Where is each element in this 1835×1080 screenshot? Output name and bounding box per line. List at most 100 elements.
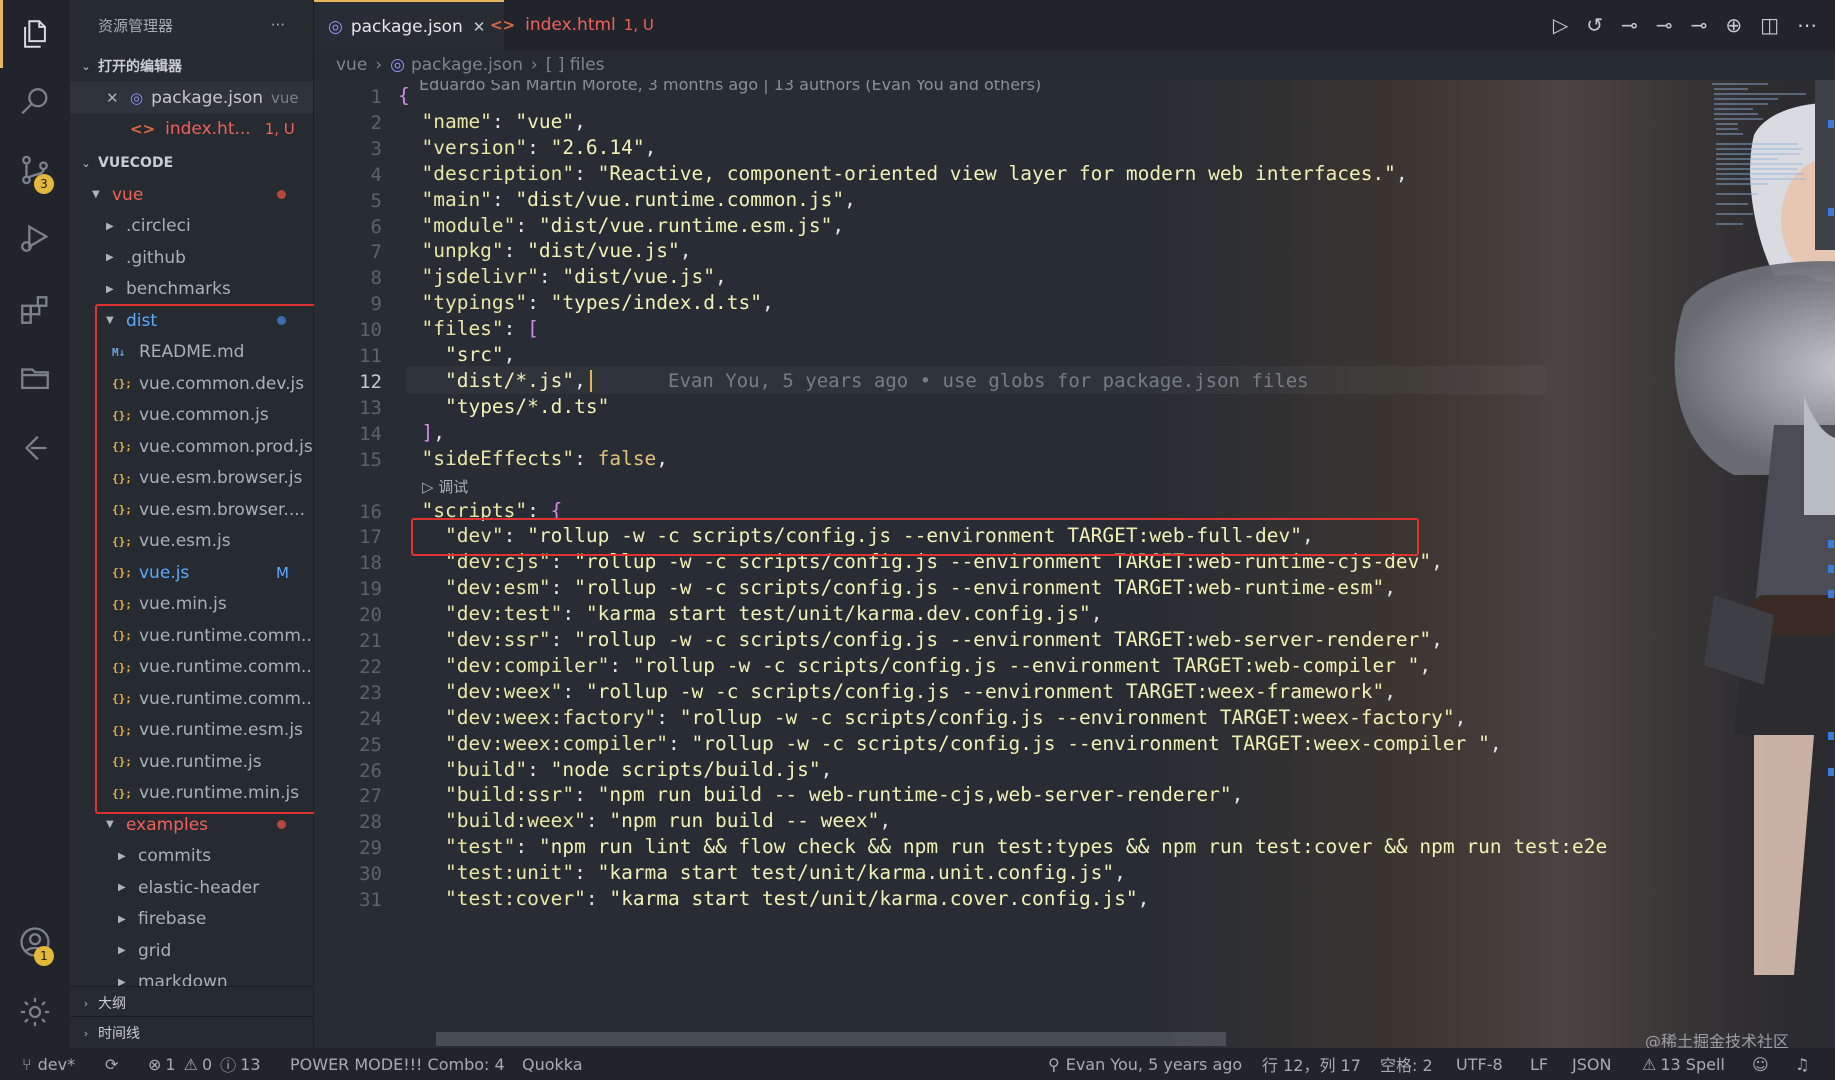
folder-icon[interactable]: [15, 358, 55, 398]
git-commit-icon[interactable]: ⊸: [1621, 13, 1638, 37]
file-blame-header[interactable]: Eduardo San Martin Morote, 3 months ago …: [419, 80, 1041, 94]
line-number: 4: [370, 163, 382, 186]
git-compare-icon[interactable]: ⊕: [1725, 13, 1742, 37]
code-line[interactable]: "dev:test": "karma start test/unit/karma…: [398, 602, 1102, 625]
code-line[interactable]: "description": "Reactive, component-orie…: [398, 162, 1407, 185]
notifications-bell-icon[interactable]: ♫: [1795, 1048, 1809, 1080]
scrollbar-marker: [1828, 590, 1834, 598]
explorer-icon[interactable]: [15, 14, 55, 54]
folder-name: commits: [138, 846, 212, 867]
example-folder-item[interactable]: ▶ commits: [70, 841, 313, 873]
settings-gear-icon[interactable]: [15, 992, 55, 1032]
close-editor-button[interactable]: ✕: [106, 89, 124, 107]
problems-item[interactable]: ⊗ 1 ⚠ 0 ⓘ 13: [148, 1048, 261, 1080]
run-debug-icon[interactable]: [15, 218, 55, 258]
sync-icon[interactable]: ⟳: [105, 1048, 118, 1080]
folder-closed-icon: ▶: [118, 882, 126, 894]
code-line[interactable]: "build:weex": "npm run build -- weex",: [398, 809, 891, 832]
example-folder-item[interactable]: ▶ elastic-header: [70, 872, 313, 904]
breadcrumb-file[interactable]: package.json: [411, 55, 523, 75]
power-mode-item[interactable]: POWER MODE!!! Combo: 4: [290, 1048, 505, 1080]
code-line[interactable]: {: [398, 84, 410, 107]
code-line[interactable]: "dev:compiler": "rollup -w -c scripts/co…: [398, 654, 1431, 677]
info-icon: ⓘ: [220, 1056, 237, 1075]
status-bar: ⑂ dev* ⟳ ⊗ 1 ⚠ 0 ⓘ 13 POWER MODE!!! Combo: 4…: [0, 1048, 1835, 1080]
eol-item[interactable]: LF: [1530, 1048, 1548, 1080]
code-line[interactable]: "build": "node scripts/build.js",: [398, 758, 832, 781]
line-number: 15: [359, 448, 382, 471]
debug-codelens[interactable]: ▷ 调试: [422, 476, 468, 497]
breadcrumb-node[interactable]: [ ] files: [546, 55, 605, 75]
code-line[interactable]: "dev:ssr": "rollup -w -c scripts/config.…: [398, 628, 1443, 651]
folder-benchmarks[interactable]: ▶ benchmarks: [70, 274, 313, 306]
code-line[interactable]: "dev:weex:compiler": "rollup -w -c scrip…: [398, 732, 1502, 755]
chevron-right-icon: ›: [83, 996, 89, 1010]
history-icon[interactable]: ↺: [1586, 13, 1603, 37]
remote-explorer-icon[interactable]: [15, 428, 55, 468]
outline-header[interactable]: › 大纲: [70, 986, 313, 1019]
scrollbar-marker: [1828, 565, 1834, 573]
code-line[interactable]: "main": "dist/vue.runtime.common.js",: [398, 188, 855, 211]
more-icon[interactable]: ⋯: [1797, 13, 1817, 37]
line-number: 10: [359, 319, 382, 342]
run-icon[interactable]: ▷: [1553, 13, 1568, 37]
code-line[interactable]: "files": [: [398, 317, 538, 340]
next-change-icon[interactable]: ⊸: [1691, 13, 1708, 37]
code-line[interactable]: "jsdelivr": "dist/vue.js",: [398, 265, 726, 288]
code-line[interactable]: "dev:weex:factory": "rollup -w -c script…: [398, 706, 1466, 729]
tab-index-html[interactable]: <> index.html 1, U: [476, 0, 689, 50]
branch-item[interactable]: ⑂ dev*: [22, 1048, 75, 1080]
quokka-item[interactable]: Quokka: [522, 1048, 583, 1080]
open-editors-header[interactable]: ⌄ 打开的编辑器: [70, 50, 313, 82]
json-file-icon: ◎: [390, 55, 405, 75]
activity-bar: 3 1: [0, 0, 70, 1048]
chevron-down-icon: ⌄: [81, 59, 91, 73]
code-line[interactable]: "dev:esm": "rollup -w -c scripts/config.…: [398, 576, 1396, 599]
horizontal-scrollbar[interactable]: [436, 1032, 1226, 1046]
code-line[interactable]: "test:unit": "karma start test/unit/karm…: [398, 861, 1126, 884]
folder-vue[interactable]: ▼ vue: [70, 179, 313, 211]
minimap[interactable]: [1708, 80, 1814, 250]
blame-item[interactable]: ⚲ Evan You, 5 years ago: [1048, 1048, 1242, 1080]
folder-circleci[interactable]: ▶ .circleci: [70, 211, 313, 243]
code-line[interactable]: "test:cover": "karma start test/unit/kar…: [398, 887, 1149, 910]
code-line[interactable]: "types/*.d.ts": [398, 395, 609, 418]
code-line[interactable]: "name": "vue",: [398, 110, 585, 133]
code-line[interactable]: ],: [398, 421, 445, 444]
encoding-item[interactable]: UTF-8: [1456, 1048, 1503, 1080]
open-editor-index-html[interactable]: <> index.ht... 1, U: [70, 114, 313, 146]
code-line[interactable]: "dev:weex": "rollup -w -c scripts/config…: [398, 680, 1396, 703]
breadcrumb-root[interactable]: vue: [336, 55, 367, 75]
code-line[interactable]: "test": "npm run lint && flow check && n…: [398, 835, 1607, 858]
editor-actions: ▷ ↺ ⊸ ⊸ ⊸ ⊕ ◫ ⋯: [1553, 0, 1817, 50]
code-line[interactable]: "build:ssr": "npm run build -- web-runti…: [398, 783, 1243, 806]
inline-blame: Evan You, 5 years ago • use globs for pa…: [668, 370, 1309, 392]
code-line[interactable]: "typings": "types/index.d.ts",: [398, 291, 773, 314]
scrollbar-marker: [1828, 540, 1834, 548]
spell-item[interactable]: ⚠ 13 Spell: [1642, 1048, 1725, 1080]
example-folder-item[interactable]: ▶ firebase: [70, 904, 313, 936]
code-line[interactable]: "sideEffects": false,: [398, 447, 668, 470]
code-line[interactable]: "module": "dist/vue.runtime.esm.js",: [398, 214, 844, 237]
feedback-icon[interactable]: ☺: [1752, 1048, 1769, 1080]
workspace-header[interactable]: ⌄ VUECODE: [70, 147, 313, 179]
open-editor-package-json[interactable]: ✕ ◎ package.json vue: [70, 82, 313, 114]
search-icon[interactable]: [15, 82, 55, 122]
extensions-icon[interactable]: [15, 290, 55, 330]
line-number: 25: [359, 733, 382, 756]
code-line[interactable]: "src",: [398, 343, 515, 366]
code-line[interactable]: "version": "2.6.14",: [398, 136, 656, 159]
indentation-item[interactable]: 空格: 2: [1380, 1048, 1433, 1080]
code-editor[interactable]: Eduardo San Martin Morote, 3 months ago …: [314, 80, 1835, 1048]
example-folder-item[interactable]: ▶ grid: [70, 935, 313, 967]
previous-change-icon[interactable]: ⊸: [1656, 13, 1673, 37]
vertical-scrollbar-thumb[interactable]: [1815, 80, 1835, 250]
language-item[interactable]: JSON: [1572, 1048, 1611, 1080]
folder-github[interactable]: ▶ .github: [70, 242, 313, 274]
code-line[interactable]: "unpkg": "dist/vue.js",: [398, 239, 691, 262]
split-editor-icon[interactable]: ◫: [1760, 13, 1779, 37]
timeline-header[interactable]: › 时间线: [70, 1016, 313, 1048]
cursor-position-item[interactable]: 行 12，列 17: [1262, 1048, 1361, 1080]
chevron-right-icon: ›: [375, 55, 383, 75]
more-actions-button[interactable]: ···: [271, 16, 285, 34]
